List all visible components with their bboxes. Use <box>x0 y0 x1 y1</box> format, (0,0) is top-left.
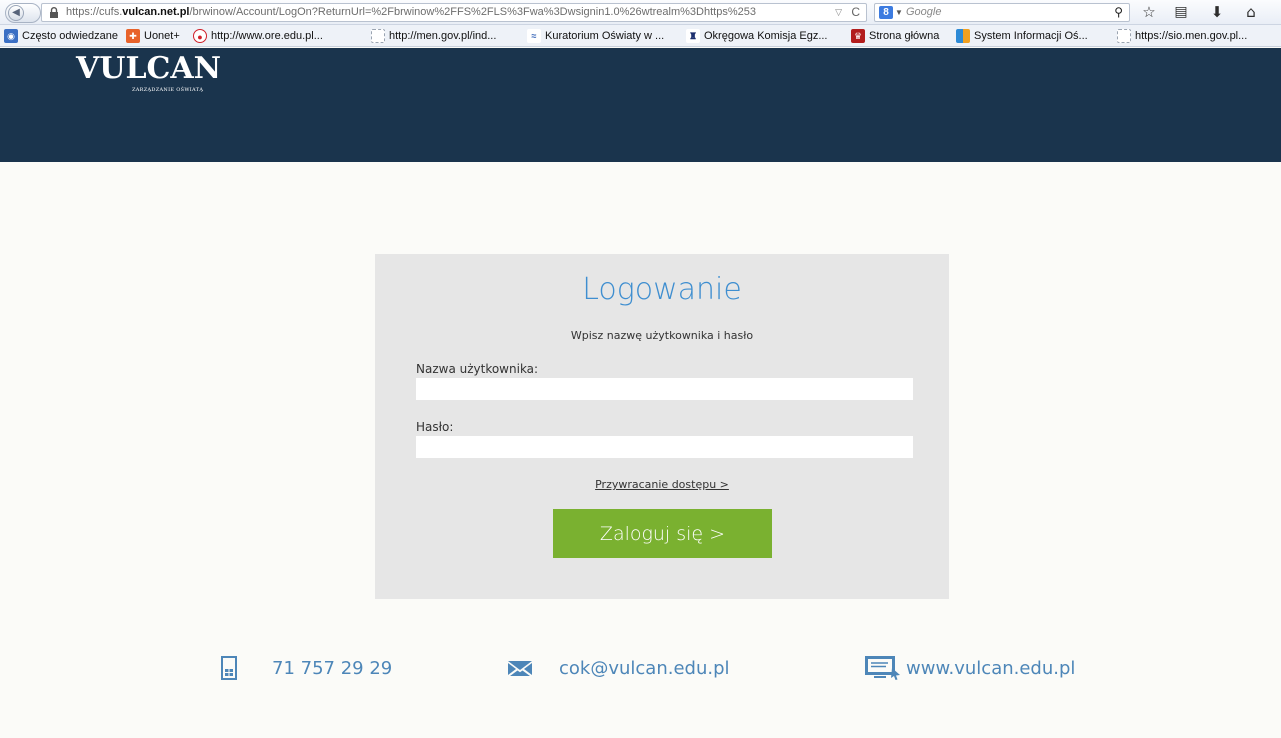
chevron-down-icon[interactable]: ▼ <box>895 4 903 21</box>
oke-icon: ♜ <box>686 29 700 43</box>
ore-icon: ● <box>193 29 207 43</box>
recover-access-link[interactable]: Przywracanie dostępu > <box>375 478 949 491</box>
home-icon[interactable]: ⌂ <box>1241 2 1261 22</box>
address-bar[interactable]: https://cufs.vulcan.net.pl/brwinow/Accou… <box>41 3 867 22</box>
vulcan-logo[interactable]: VULCAN ZARZĄDZANIE OŚWIATĄ <box>76 51 222 94</box>
bookmark-label: System Informacji Oś... <box>974 30 1088 42</box>
email-address: cok@vulcan.edu.pl <box>559 657 730 679</box>
bookmark-item[interactable]: ♛ Strona główna <box>851 28 939 44</box>
password-label: Hasło: <box>416 420 454 434</box>
url-domain: vulcan.net.pl <box>122 6 190 18</box>
bookmark-item[interactable]: System Informacji Oś... <box>956 28 1088 44</box>
url-path: /brwinow/Account/LogOn?ReturnUrl=%2Fbrwi… <box>189 6 756 18</box>
bookmark-item[interactable]: http://men.gov.pl/ind... <box>371 28 496 44</box>
search-icon[interactable]: ⚲ <box>1114 4 1123 21</box>
login-instructions: Wpisz nazwę użytkownika i hasło <box>570 329 754 342</box>
bookmark-item[interactable]: ♜ Okręgowa Komisja Egz... <box>686 28 828 44</box>
page-icon <box>1117 29 1131 43</box>
website-url: www.vulcan.edu.pl <box>906 657 1076 679</box>
bookmark-label: http://www.ore.edu.pl... <box>211 30 323 42</box>
contact-website[interactable]: www.vulcan.edu.pl <box>864 655 1075 681</box>
bookmark-item[interactable]: ◉ Często odwiedzane <box>4 28 118 44</box>
bookmark-label: https://sio.men.gov.pl... <box>1135 30 1248 42</box>
bookmarks-toolbar: ◉ Często odwiedzane ✚ Uonet+ ● http://ww… <box>0 25 1281 47</box>
bookmark-label: Uonet+ <box>144 30 180 42</box>
monitor-icon <box>865 656 900 680</box>
bookmark-item[interactable]: ≈ Kuratorium Oświaty w ... <box>527 28 664 44</box>
recover-access-label: Przywracanie dostępu > <box>595 478 729 491</box>
contact-phone: 71 757 29 29 <box>220 655 392 681</box>
globe-icon: ◉ <box>4 29 18 43</box>
envelope-icon <box>508 661 532 676</box>
logo-tagline: ZARZĄDZANIE OŚWIATĄ <box>132 87 204 93</box>
uonet-icon: ✚ <box>126 29 140 43</box>
bookmark-item[interactable]: https://sio.men.gov.pl... <box>1117 28 1247 44</box>
crest-icon: ♛ <box>851 29 865 43</box>
search-placeholder: Google <box>906 6 942 18</box>
star-icon[interactable]: ☆ <box>1139 2 1159 22</box>
page-icon <box>371 29 385 43</box>
back-button[interactable]: ◀ <box>5 3 41 23</box>
page-title: Logowanie <box>582 272 742 307</box>
back-arrow-icon: ◀ <box>8 5 24 21</box>
bookmark-item[interactable]: ● http://www.ore.edu.pl... <box>193 28 323 44</box>
url-prefix: https://cufs. <box>66 6 123 18</box>
bookmark-label: Często odwiedzane <box>22 30 119 42</box>
bookmark-label: Strona główna <box>869 30 940 42</box>
bookmarks-list-icon[interactable]: ▤ <box>1171 2 1191 22</box>
login-panel: Logowanie Wpisz nazwę użytkownika i hasł… <box>375 254 949 599</box>
logo-wordmark: VULCAN <box>76 51 222 86</box>
username-label: Nazwa użytkownika: <box>416 362 539 376</box>
kuratorium-icon: ≈ <box>527 29 541 43</box>
bookmark-label: http://men.gov.pl/ind... <box>389 30 497 42</box>
sio-icon <box>956 29 970 43</box>
phone-icon <box>221 656 237 680</box>
password-input[interactable] <box>416 436 913 458</box>
browser-toolbar: ◀ https://cufs.vulcan.net.pl/brwinow/Acc… <box>0 0 1281 25</box>
search-engine-icon[interactable]: 8 <box>879 6 893 19</box>
search-bar[interactable]: 8 ▼ Google ⚲ <box>874 3 1130 22</box>
url-text: https://cufs.vulcan.net.pl/brwinow/Accou… <box>66 4 756 21</box>
bookmark-label: Kuratorium Oświaty w ... <box>545 30 665 42</box>
login-button[interactable]: Zaloguj się > <box>553 509 772 558</box>
download-icon[interactable]: ⬇ <box>1207 2 1227 22</box>
history-dropdown-icon[interactable]: ▽ <box>835 4 842 21</box>
lock-icon <box>50 7 58 18</box>
bookmark-item[interactable]: ✚ Uonet+ <box>126 28 180 44</box>
bookmark-label: Okręgowa Komisja Egz... <box>704 30 828 42</box>
username-input[interactable] <box>416 378 913 400</box>
contact-email[interactable]: cok@vulcan.edu.pl <box>507 655 730 681</box>
reload-icon[interactable]: C <box>851 4 860 21</box>
phone-number: 71 757 29 29 <box>272 657 393 679</box>
